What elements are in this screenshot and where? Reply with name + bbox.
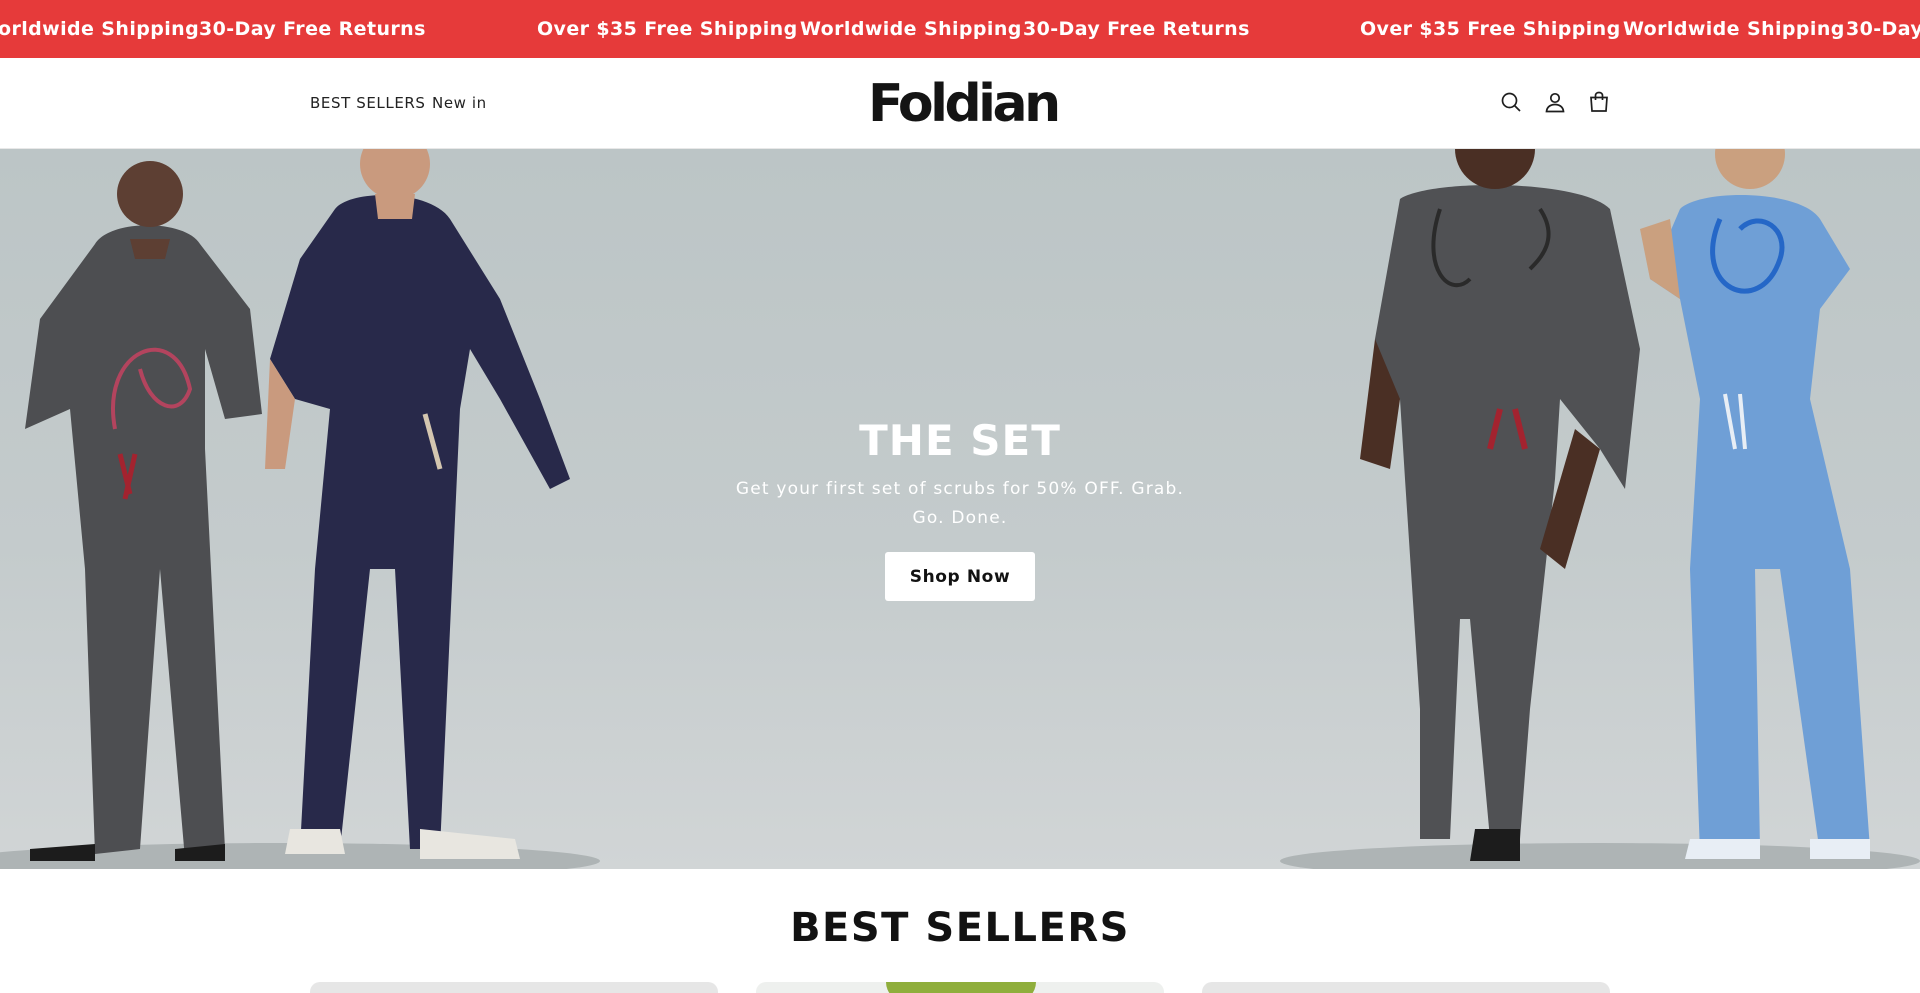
announcement-message: Over $35 Free Shipping bbox=[537, 18, 798, 40]
product-card[interactable] bbox=[756, 982, 1164, 993]
shop-now-button[interactable]: Shop Now bbox=[885, 552, 1035, 601]
cart-icon[interactable] bbox=[1585, 88, 1613, 116]
hero-title: THE SET bbox=[859, 416, 1061, 465]
announcement-message: Over $35 Free Shipping bbox=[1360, 18, 1621, 40]
site-logo[interactable]: Foldian bbox=[868, 73, 1061, 135]
search-icon[interactable] bbox=[1497, 88, 1525, 116]
site-header: BEST SELLERS New in Foldian bbox=[0, 58, 1920, 149]
announcement-message: 30-Day Free Returns bbox=[199, 18, 426, 40]
announcement-message: 30-Day bbox=[1846, 18, 1920, 40]
product-image bbox=[886, 982, 1036, 993]
best-sellers-heading: BEST SELLERS bbox=[790, 905, 1130, 951]
nav-new-in[interactable]: New in bbox=[432, 93, 487, 113]
account-icon[interactable] bbox=[1541, 88, 1569, 116]
product-card[interactable] bbox=[1202, 982, 1610, 993]
hero-subtitle: Get your first set of scrubs for 50% OFF… bbox=[735, 479, 1185, 528]
announcement-message: Worldwide Shipping bbox=[800, 18, 1022, 40]
nav-best-sellers[interactable]: BEST SELLERS bbox=[310, 93, 426, 113]
hero-banner: THE SET Get your first set of scrubs for… bbox=[0, 149, 1920, 869]
product-card[interactable] bbox=[310, 982, 718, 993]
announcement-message: 30-Day Free Returns bbox=[1023, 18, 1250, 40]
announcement-bar: orldwide Shipping 30-Day Free Returns Ov… bbox=[0, 0, 1920, 58]
announcement-message: Worldwide Shipping bbox=[1623, 18, 1845, 40]
announcement-message: orldwide Shipping bbox=[0, 18, 200, 40]
